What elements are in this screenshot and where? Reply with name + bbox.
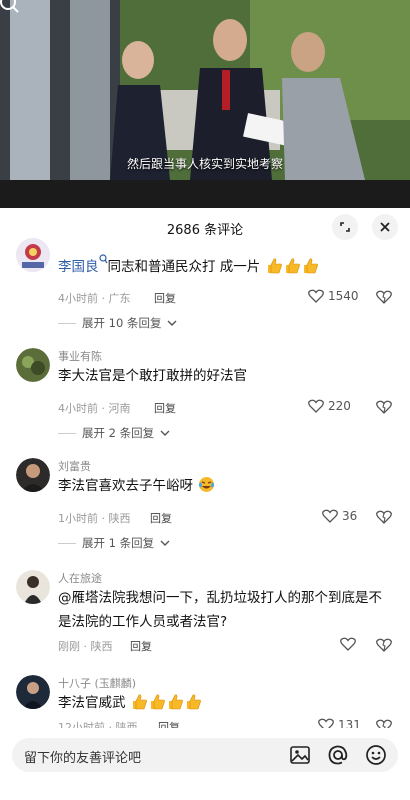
comment-text: 李国良 同志和普通民众打 成一片 [58, 254, 388, 279]
expand-replies-label: 展开 2 条回复 [82, 426, 155, 440]
comment-text: 李法官喜欢去子午峪呀 [58, 474, 388, 498]
emoji-thumbs-up-icon [283, 258, 301, 275]
chevron-down-icon [160, 430, 170, 436]
broken-heart-icon [376, 400, 392, 414]
video-player[interactable]: 然后跟当事人核实到实地考察 [0, 0, 410, 208]
like-button[interactable]: 36 [322, 509, 357, 523]
comment-body: 同志和普通民众打 成一片 [107, 259, 261, 275]
comments-sheet: 2686 条评论 李国良 同志和普通民众打 成一片 4小时前 · 广东 回复 1… [0, 208, 410, 800]
like-button[interactable] [340, 637, 356, 651]
comment-body: @雁塔法院我想问一下，乱扔垃圾打人的那个到底是不是法院的工作人员或者法官? [58, 590, 382, 630]
avatar[interactable] [16, 348, 50, 382]
avatar-image [16, 458, 50, 492]
comment-input-placeholder: 留下你的友善评论吧 [24, 751, 142, 766]
comment-item: 事业有陈 李大法官是个敢打敢拼的好法官 4小时前 · 河南 回复 220 展开 … [0, 346, 410, 446]
comment-meta: 1小时前 · 陕西 [58, 512, 131, 525]
comment-username[interactable]: 事业有陈 [58, 348, 102, 364]
comment-text: @雁塔法院我想问一下，乱扔垃圾打人的那个到底是不是法院的工作人员或者法官? [58, 586, 388, 634]
comment-item: 刘富贵 李法官喜欢去子午峪呀 1小时前 · 陕西 回复 36 展开 1 条回复 [0, 456, 410, 556]
expand-replies-button[interactable]: 展开 10 条回复 [58, 315, 177, 331]
emoji-laughing-crying-icon [197, 477, 215, 494]
heart-icon [340, 637, 356, 651]
close-icon [380, 222, 390, 232]
comment-username[interactable]: 十八子 (玉麒麟) [58, 675, 136, 691]
expand-replies-button[interactable]: 展开 2 条回复 [58, 425, 170, 441]
comment-item: 李国良 同志和普通民众打 成一片 4小时前 · 广东 回复 1540 展开 10 … [0, 236, 410, 336]
avatar[interactable] [16, 570, 50, 604]
emoji-thumbs-up-icon [166, 694, 184, 711]
minimize-icon [340, 222, 350, 232]
comment-meta: 4小时前 · 广东 [58, 292, 131, 305]
emoji-thumbs-up-icon [130, 694, 148, 711]
divider-line [58, 432, 76, 434]
avatar-image [16, 348, 50, 382]
comment-meta: 4小时前 · 河南 [58, 402, 131, 415]
comment-meta: 刚刚 · 陕西 [58, 640, 113, 653]
broken-heart-icon [376, 638, 392, 652]
reply-button[interactable]: 回复 [154, 400, 176, 416]
emoji-thumbs-up-icon [301, 258, 319, 275]
comment-input-bar: 留下你的友善评论吧 [0, 728, 410, 800]
reply-button[interactable]: 回复 [150, 510, 172, 526]
reply-button[interactable]: 回复 [154, 290, 176, 306]
dislike-button[interactable] [376, 289, 392, 308]
divider-line [58, 542, 76, 544]
emoji-icon[interactable] [364, 743, 388, 767]
dislike-button[interactable] [376, 399, 392, 418]
avatar[interactable] [16, 238, 50, 272]
heart-icon [308, 289, 324, 303]
chevron-down-icon [167, 320, 177, 326]
emoji-thumbs-up-icon [265, 258, 283, 275]
reply-button[interactable]: 回复 [130, 638, 152, 654]
at-icon[interactable] [326, 743, 350, 767]
like-count: 220 [328, 399, 351, 413]
comment-username[interactable]: 人在旅途 [58, 570, 102, 586]
video-caption: 然后跟当事人核实到实地考察 [126, 157, 283, 171]
comment-body: 李大法官是个敢打敢拼的好法官 [58, 368, 247, 384]
like-button[interactable]: 220 [308, 399, 351, 413]
expand-replies-button[interactable]: 展开 1 条回复 [58, 535, 170, 551]
avatar-image [16, 238, 50, 272]
expand-replies-label: 展开 1 条回复 [82, 536, 155, 550]
divider-line [58, 322, 76, 324]
heart-icon [322, 509, 338, 523]
dislike-button[interactable] [376, 509, 392, 528]
comment-body: 李法官喜欢去子午峪呀 [58, 478, 193, 494]
heart-icon [308, 399, 324, 413]
comment-item: 人在旅途 @雁塔法院我想问一下，乱扔垃圾打人的那个到底是不是法院的工作人员或者法… [0, 568, 410, 658]
search-small-icon [98, 254, 107, 264]
emoji-thumbs-up-icon [148, 694, 166, 711]
chevron-down-icon [160, 540, 170, 546]
search-icon[interactable] [0, 0, 20, 14]
emoji-thumbs-up-icon [184, 694, 202, 711]
comment-username[interactable]: 刘富贵 [58, 458, 91, 474]
broken-heart-icon [376, 290, 392, 304]
avatar[interactable] [16, 458, 50, 492]
dislike-button[interactable] [376, 637, 392, 656]
comment-input[interactable]: 留下你的友善评论吧 [12, 738, 398, 772]
avatar-image [16, 675, 50, 709]
comment-body: 李法官威武 [58, 695, 126, 711]
avatar-image [16, 570, 50, 604]
like-count: 36 [342, 509, 358, 523]
comment-text: 李法官威武 [58, 691, 388, 715]
video-frame [0, 0, 410, 208]
like-button[interactable]: 1540 [308, 289, 359, 303]
like-count: 1540 [328, 289, 359, 303]
comment-text: 李大法官是个敢打敢拼的好法官 [58, 364, 388, 388]
image-icon[interactable] [288, 743, 312, 767]
mention-link[interactable]: 李国良 [58, 259, 99, 275]
avatar[interactable] [16, 675, 50, 709]
broken-heart-icon [376, 510, 392, 524]
expand-replies-label: 展开 10 条回复 [82, 316, 162, 330]
